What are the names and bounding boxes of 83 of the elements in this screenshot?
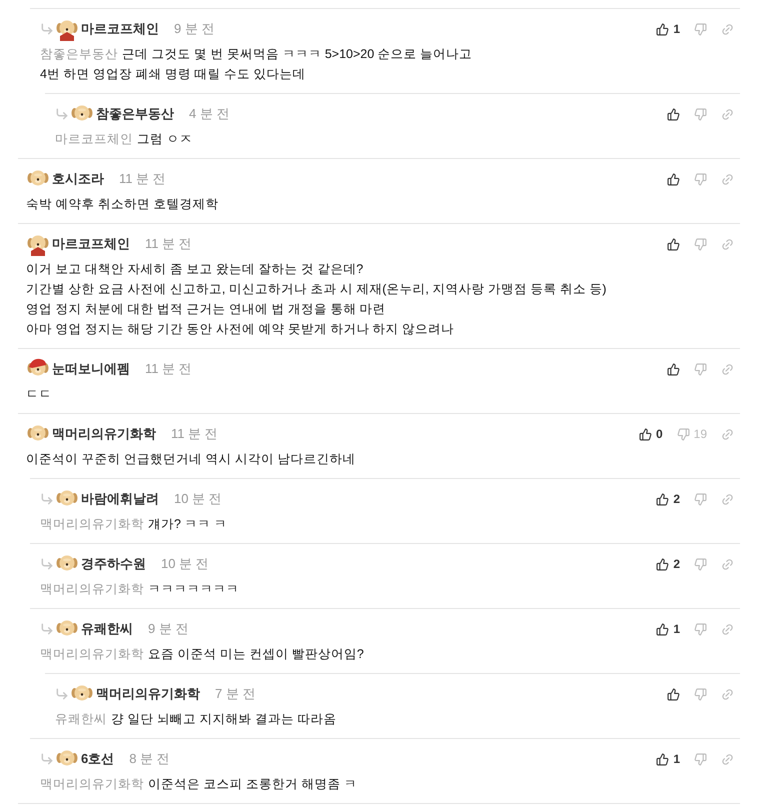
- author-name[interactable]: 마르코프체인: [52, 234, 130, 254]
- comment-time: 10 분 전: [161, 555, 209, 574]
- thumbs-up-icon: [667, 172, 680, 186]
- thumbs-up-icon: [667, 108, 680, 120]
- reply-arrow-icon: [40, 752, 54, 766]
- comment-text: ㄷㄷ: [26, 386, 53, 403]
- dislike-button[interactable]: [694, 558, 707, 570]
- like-button[interactable]: [667, 362, 680, 376]
- comment-time: 11 분 전: [145, 360, 192, 378]
- like-button[interactable]: [667, 172, 680, 186]
- author-name[interactable]: 눈떠보니에펨: [52, 359, 130, 379]
- thumbs-up-icon: [667, 688, 680, 700]
- thumbs-down-icon: [694, 362, 707, 376]
- reply-arrow-icon: [40, 622, 54, 636]
- dislike-button[interactable]: [694, 622, 707, 636]
- comment-text: 숙박 예약후 취소하면 호텔경제학: [26, 196, 220, 213]
- dislike-button[interactable]: [694, 492, 707, 506]
- dislike-button[interactable]: [694, 688, 707, 700]
- dislike-button[interactable]: [694, 22, 707, 36]
- author-name[interactable]: 참좋은부동산: [96, 104, 174, 124]
- thumbs-down-icon: [694, 108, 707, 120]
- comment-time: 9 분 전: [174, 20, 214, 38]
- comment-text: 맥머리의유기화학 걔가? ㅋㅋ ㅋ: [40, 516, 228, 533]
- reply-arrow-icon: [55, 107, 69, 121]
- author-name[interactable]: 맥머리의유기화학: [52, 424, 156, 444]
- comment-time: 8 분 전: [129, 750, 170, 768]
- author-name[interactable]: 마르코프체인: [81, 19, 159, 39]
- author-name[interactable]: 맥머리의유기화학: [96, 684, 200, 704]
- author-name[interactable]: 경주하수원: [81, 554, 146, 574]
- comment-text: 참좋은부동산 근데 그것도 몇 번 못써먹음 ㅋㅋㅋ 5>10>20 순으로 늘어나고 4번 하면 영업장 폐쇄 명령 때릴 수도 있다는데: [40, 46, 474, 83]
- dislike-button[interactable]: [694, 752, 707, 766]
- like-button[interactable]: [667, 108, 680, 120]
- comment-text: 맥머리의유기화학 요즘 이준석 미는 컨셉이 빨판상어임?: [40, 646, 365, 663]
- thumbs-up-icon: [656, 492, 670, 506]
- like-button[interactable]: 1: [656, 750, 680, 768]
- like-button[interactable]: 2: [656, 490, 680, 508]
- reply-arrow-icon: [40, 557, 54, 571]
- author-name[interactable]: 유쾌한씨: [81, 619, 133, 639]
- comment-text: 이거 보고 대책안 자세히 좀 보고 왔는데 잘하는 것 같은데? 기간별 상한 요금 사전에 신고하고, 미신고하거나 초과 시 제재(온누리, 지역사랑 가맹점 등록 취소 등) 영업 정지 처분에 대한 법적 근거는 연내에 법 개정을 통해 마련 아마 영업 정지는 해당 기간 동안 사전에 예약 못받게 하거나 하지 않으려나: [26, 261, 608, 338]
- comment-text: 이준석이 꾸준히 언급했던거네 역시 시각이 남다르긴하네: [26, 451, 356, 468]
- thumbs-up-icon: [638, 428, 652, 440]
- comment-time: 4 분 전: [189, 105, 230, 124]
- comment-text: 맥머리의유기화학 ㅋㅋㅋㅋㅋㅋㅋ: [40, 581, 240, 598]
- comment-time: 11 분 전: [171, 425, 218, 444]
- comment-time: 11 분 전: [119, 170, 166, 188]
- thumbs-down-icon: [694, 492, 707, 506]
- thumbs-up-icon: [656, 622, 670, 636]
- thumbs-down-icon: [694, 622, 707, 636]
- thumbs-up-icon: [667, 362, 680, 376]
- comment-time: 7 분 전: [215, 685, 256, 704]
- thumbs-up-icon: [656, 752, 670, 766]
- like-button[interactable]: [667, 688, 680, 700]
- comment-text: 맥머리의유기화학 이준석은 코스피 조롱한거 해명좀 ㅋ: [40, 776, 358, 793]
- reply-arrow-icon: [40, 492, 54, 506]
- thumbs-up-icon: [656, 22, 670, 36]
- comment-text: 마르코프체인 그럼 ㅇㅈ: [55, 131, 194, 148]
- thumbs-up-icon: [667, 238, 680, 250]
- thumbs-up-icon: [656, 558, 670, 570]
- thumbs-down-icon: [676, 428, 690, 440]
- dislike-button[interactable]: [694, 362, 707, 376]
- comment-time: 10 분 전: [174, 490, 222, 508]
- author-name[interactable]: 6호선: [81, 749, 114, 769]
- thumbs-down-icon: [694, 238, 707, 250]
- comment-time: 11 분 전: [145, 235, 192, 254]
- thumbs-down-icon: [694, 558, 707, 570]
- like-button[interactable]: [667, 238, 680, 250]
- thumbs-down-icon: [694, 688, 707, 700]
- dislike-button[interactable]: [694, 108, 707, 120]
- thumbs-down-icon: [694, 172, 707, 186]
- dislike-button[interactable]: [694, 172, 707, 186]
- dislike-button[interactable]: [694, 238, 707, 250]
- author-name[interactable]: 바람에휘날려: [81, 489, 159, 509]
- like-button[interactable]: 1: [656, 620, 680, 638]
- thumbs-down-icon: [694, 752, 707, 766]
- like-button[interactable]: 1: [656, 20, 680, 38]
- reply-arrow-icon: [55, 687, 69, 701]
- like-button[interactable]: 0: [638, 425, 663, 443]
- author-name[interactable]: 호시조라: [52, 169, 104, 189]
- like-button[interactable]: 2: [656, 555, 680, 573]
- comment-time: 9 분 전: [148, 620, 188, 638]
- reply-arrow-icon: [40, 22, 54, 36]
- comment-text: 유쾌한씨 걍 일단 뇌빼고 지지해봐 결과는 따라옴: [55, 711, 338, 728]
- thumbs-down-icon: [694, 22, 707, 36]
